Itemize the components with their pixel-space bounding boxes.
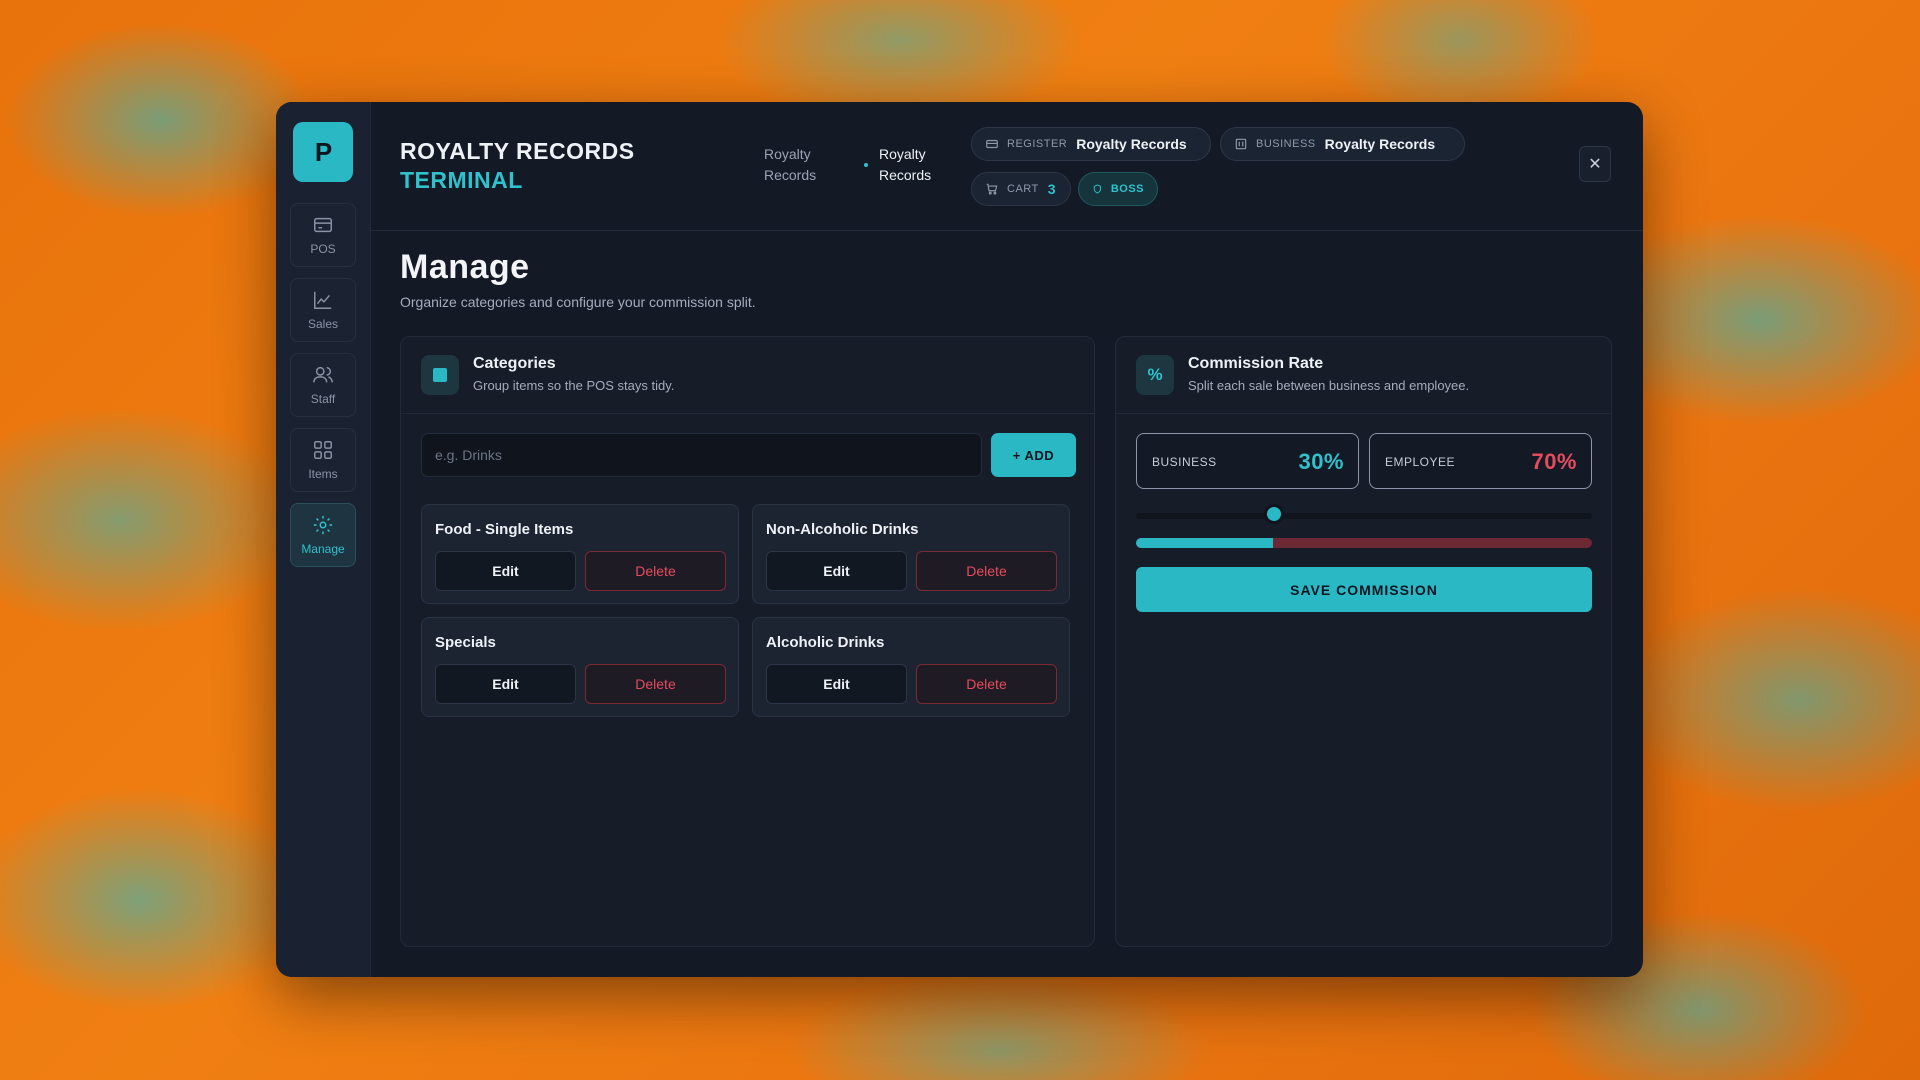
commission-slider-track[interactable]	[1136, 513, 1592, 519]
shield-icon	[1093, 184, 1102, 194]
category-card: Food - Single Items Edit Delete	[421, 504, 739, 604]
business-share-label: BUSINESS	[1152, 455, 1217, 469]
commission-panel: % Commission Rate Split each sale betwee…	[1115, 336, 1612, 947]
brand-subtitle: TERMINAL	[400, 167, 523, 193]
sidebar-item-staff[interactable]: Staff	[290, 353, 356, 417]
register-pill[interactable]: REGISTER Royalty Records	[971, 127, 1211, 161]
category-name: Alcoholic Drinks	[766, 634, 885, 651]
sidebar-item-items[interactable]: Items	[290, 428, 356, 492]
business-share-fill	[1136, 538, 1273, 548]
cart-label: CART	[1007, 183, 1039, 195]
close-icon: ✕	[1588, 156, 1602, 173]
cart-count: 3	[1047, 181, 1057, 197]
role-badge: BOSS	[1078, 172, 1158, 206]
percent-icon: %	[1136, 355, 1174, 395]
category-name: Specials	[435, 634, 496, 651]
categories-icon	[421, 355, 459, 395]
chart-icon	[314, 291, 332, 309]
sidebar-item-sales[interactable]: Sales	[290, 278, 356, 342]
business-value: Royalty Records	[1324, 136, 1436, 152]
register-value: Royalty Records	[1076, 136, 1187, 152]
brand-title: ROYALTY RECORDS	[400, 138, 635, 164]
business-pill[interactable]: BUSINESS Royalty Records	[1220, 127, 1465, 161]
delete-category-button[interactable]: Delete	[916, 551, 1057, 591]
header: ROYALTY RECORDS TERMINAL Royalty Records…	[370, 102, 1643, 231]
breadcrumb-item-current: Royalty Records	[879, 146, 932, 183]
cart-icon	[986, 183, 998, 195]
business-share-value: 30%	[1298, 449, 1344, 474]
save-commission-button[interactable]: SAVE COMMISSION	[1136, 567, 1592, 612]
categories-title: Categories	[473, 355, 556, 372]
commission-split-bar	[1136, 538, 1592, 548]
gear-icon	[313, 515, 333, 535]
delete-category-button[interactable]: Delete	[585, 664, 726, 704]
sidebar-item-label: Manage	[301, 542, 345, 556]
commission-subtitle: Split each sale between business and emp…	[1188, 378, 1470, 393]
sidebar-item-pos[interactable]: POS	[290, 203, 356, 267]
card-icon	[986, 139, 998, 149]
categories-panel-header: Categories Group items so the POS stays …	[401, 337, 1094, 414]
edit-category-button[interactable]: Edit	[435, 664, 576, 704]
sidebar: P POS Sales Staff Items Manage	[276, 102, 371, 977]
categories-panel: Categories Group items so the POS stays …	[400, 336, 1095, 947]
edit-category-button[interactable]: Edit	[435, 551, 576, 591]
delete-category-button[interactable]: Delete	[916, 664, 1057, 704]
commission-title: Commission Rate	[1188, 355, 1324, 372]
delete-category-button[interactable]: Delete	[585, 551, 726, 591]
sidebar-item-manage[interactable]: Manage	[290, 503, 356, 567]
business-share-box: BUSINESS 30%	[1136, 433, 1359, 489]
sidebar-item-label: Items	[308, 467, 338, 481]
commission-slider-handle[interactable]	[1263, 504, 1284, 524]
employee-share-label: EMPLOYEE	[1385, 455, 1456, 469]
register-icon	[314, 217, 332, 233]
category-card: Specials Edit Delete	[421, 617, 739, 717]
role-label: BOSS	[1110, 183, 1144, 195]
app-logo: P	[293, 122, 353, 182]
sidebar-item-label: Sales	[307, 317, 339, 331]
building-icon	[1235, 138, 1247, 150]
category-card: Non-Alcoholic Drinks Edit Delete	[752, 504, 1070, 604]
cart-pill[interactable]: CART 3	[971, 172, 1071, 206]
commission-panel-header: % Commission Rate Split each sale betwee…	[1116, 337, 1611, 414]
edit-category-button[interactable]: Edit	[766, 664, 907, 704]
category-name: Non-Alcoholic Drinks	[766, 521, 919, 538]
business-label: BUSINESS	[1256, 138, 1316, 150]
category-name-input[interactable]	[421, 433, 982, 477]
breadcrumb-separator	[864, 163, 868, 167]
categories-subtitle: Group items so the POS stays tidy.	[473, 378, 675, 393]
category-name: Food - Single Items	[435, 521, 574, 538]
close-button[interactable]: ✕	[1579, 146, 1611, 182]
users-icon	[313, 366, 333, 383]
category-card: Alcoholic Drinks Edit Delete	[752, 617, 1070, 717]
page-title: Manage	[400, 248, 530, 286]
employee-share-box: EMPLOYEE 70%	[1369, 433, 1592, 489]
breadcrumb-item[interactable]: Royalty Records	[764, 144, 834, 186]
page-subtitle: Organize categories and configure your c…	[400, 294, 756, 310]
edit-category-button[interactable]: Edit	[766, 551, 907, 591]
sidebar-item-label: POS	[310, 242, 336, 256]
register-label: REGISTER	[1007, 138, 1068, 150]
grid-icon	[314, 441, 332, 459]
sidebar-item-label: Staff	[310, 392, 336, 406]
add-category-button[interactable]: + ADD	[991, 433, 1076, 477]
terminal-window: P POS Sales Staff Items Manage ROYALTY R…	[276, 102, 1643, 977]
employee-share-value: 70%	[1531, 449, 1577, 474]
